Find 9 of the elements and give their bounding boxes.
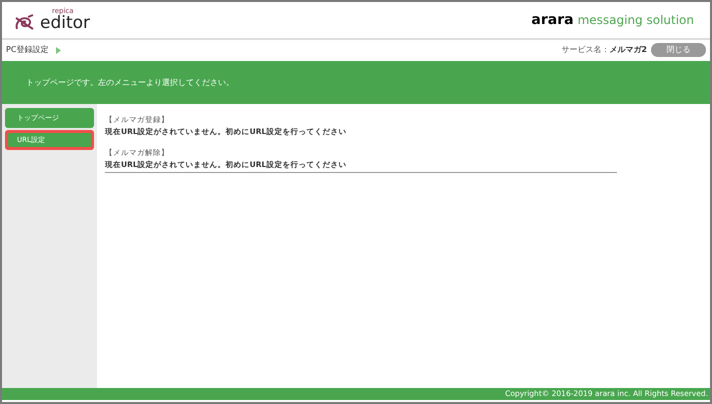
- close-button[interactable]: 閉じる: [651, 43, 706, 57]
- brand-name: arara: [531, 10, 574, 30]
- banner-message: トップページです。左のメニューより選択してください。: [26, 76, 234, 88]
- logo-icon: [14, 14, 36, 32]
- logo-title: editor: [40, 15, 90, 32]
- brand-tagline: messaging solution: [578, 12, 694, 28]
- triangle-icon: [56, 46, 62, 54]
- breadcrumb-label: PC登録設定: [6, 44, 48, 56]
- service-name: サービス名：メルマガ2: [561, 44, 647, 56]
